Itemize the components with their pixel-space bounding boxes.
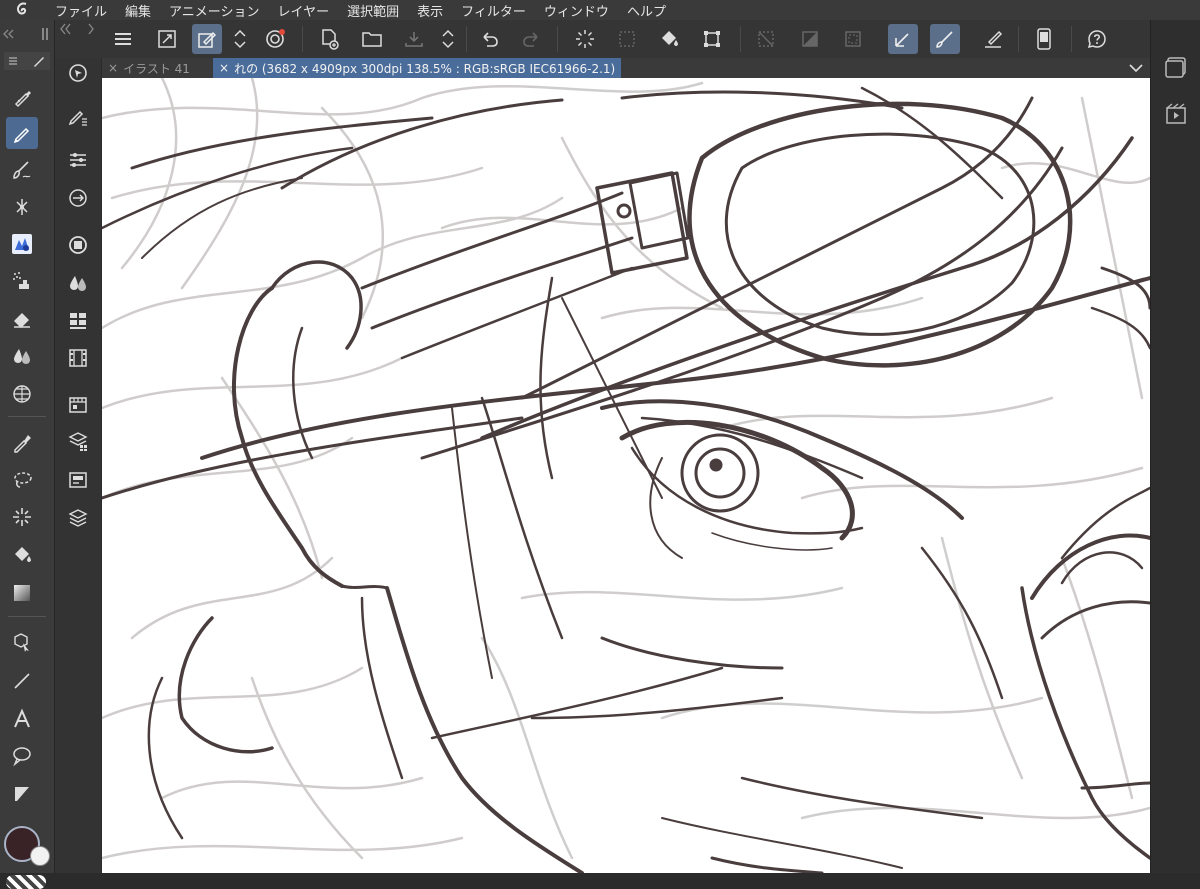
panel-layers-icon[interactable]: [1164, 56, 1188, 78]
pen-ruler-icon[interactable]: [978, 24, 1008, 54]
stepper-icon[interactable]: [228, 24, 252, 54]
transform-icon[interactable]: [260, 24, 290, 54]
menu-bar: ファイル 編集 アニメーション レイヤー 選択範囲 表示 フィルター ウィンドウ…: [0, 0, 1200, 20]
fill-icon[interactable]: [654, 24, 684, 54]
frame-tool-icon[interactable]: [6, 778, 38, 810]
canvas-icon[interactable]: [838, 24, 868, 54]
selection-icon[interactable]: [612, 24, 642, 54]
fill-tool-icon[interactable]: [6, 539, 38, 571]
undo-icon[interactable]: [474, 24, 504, 54]
tab-list-chevron-down-icon[interactable]: [1128, 61, 1144, 75]
app-logo-icon[interactable]: [0, 1, 46, 19]
color-set-icon[interactable]: [63, 306, 93, 336]
color-exchange-icon[interactable]: [63, 183, 93, 213]
tool-palette: [0, 20, 55, 889]
clear-selection-icon[interactable]: [570, 24, 600, 54]
menu-edit[interactable]: 編集: [116, 1, 160, 20]
adjust-icon[interactable]: [63, 145, 93, 175]
tool-property-icon[interactable]: [63, 101, 93, 131]
material-tool-icon[interactable]: [6, 228, 38, 260]
command-bar: [0, 20, 1200, 58]
reference-layer-icon[interactable]: [751, 24, 781, 54]
sub-color-swatch[interactable]: [30, 846, 50, 866]
pencil-tool-icon[interactable]: [6, 117, 38, 149]
brush-pen-icon[interactable]: [888, 24, 918, 54]
crop-icon[interactable]: [697, 24, 727, 54]
transparent-color-swatch[interactable]: [6, 875, 46, 889]
figure-tool-icon[interactable]: [6, 378, 38, 410]
color-mix-icon[interactable]: [63, 268, 93, 298]
edit-icon[interactable]: [192, 24, 222, 54]
animation-cels-icon[interactable]: [63, 389, 93, 419]
right-panel-dock: [1150, 20, 1200, 873]
airbrush-tool-icon[interactable]: [6, 265, 38, 297]
color-circle-icon[interactable]: [63, 230, 93, 260]
text-tool-icon[interactable]: [6, 703, 38, 735]
layer-mask-icon[interactable]: [795, 24, 825, 54]
stepper-icon-2[interactable]: [436, 24, 460, 54]
menu-filter[interactable]: フィルター: [452, 1, 535, 20]
mobile-icon[interactable]: [1029, 24, 1059, 54]
menu-selection[interactable]: 選択範囲: [338, 1, 408, 20]
tab-illust-41[interactable]: × イラスト 41: [102, 58, 222, 78]
fit-view-icon[interactable]: [152, 24, 182, 54]
document-tab-bar: × イラスト 41 × れの (3682 x 4909px 300dpi 138…: [102, 58, 1150, 78]
save-icon[interactable]: [399, 24, 429, 54]
brush-icon[interactable]: [930, 24, 960, 54]
navigator-icon[interactable]: [63, 58, 93, 88]
pen-tool-icon[interactable]: [6, 82, 38, 114]
eraser-tool-icon[interactable]: [6, 303, 38, 335]
menu-layer[interactable]: レイヤー: [269, 1, 339, 20]
drawing-canvas[interactable]: [102, 78, 1150, 873]
menu-view[interactable]: 表示: [408, 1, 452, 20]
eyedropper-tool-icon[interactable]: [6, 427, 38, 459]
line-tool-icon[interactable]: [6, 665, 38, 697]
gradient-tool-icon[interactable]: [6, 577, 38, 609]
new-layer-icon[interactable]: [314, 24, 344, 54]
auto-select-tool-icon[interactable]: [6, 501, 38, 533]
menu-icon[interactable]: [108, 24, 138, 54]
line-art-drawing: [102, 78, 1150, 873]
tab-close-icon[interactable]: ×: [108, 61, 118, 75]
tab-label: れの (3682 x 4909px 300dpi 138.5% : RGB:sR…: [234, 61, 616, 76]
layer-property-icon[interactable]: [63, 426, 93, 456]
tab-label: イラスト 41: [123, 61, 190, 76]
menu-animation[interactable]: アニメーション: [160, 1, 268, 20]
tab-close-icon[interactable]: ×: [219, 61, 229, 75]
help-icon[interactable]: [1082, 24, 1112, 54]
tab-reno[interactable]: × れの (3682 x 4909px 300dpi 138.5% : RGB:…: [213, 58, 622, 78]
menu-file[interactable]: ファイル: [46, 1, 116, 20]
panel-animation-icon[interactable]: [1164, 102, 1188, 126]
sub-tool-header[interactable]: [4, 52, 50, 70]
brush-tool-icon[interactable]: [6, 154, 38, 186]
open-file-icon[interactable]: [357, 24, 387, 54]
timeline-icon[interactable]: [63, 343, 93, 373]
sub-tool-palette: [55, 23, 101, 873]
operation-tool-icon[interactable]: [6, 626, 38, 658]
collapse-arrows-icon[interactable]: [55, 20, 101, 38]
decoration-tool-icon[interactable]: [6, 191, 38, 223]
redo-icon[interactable]: [517, 24, 547, 54]
menu-window[interactable]: ウィンドウ: [535, 1, 618, 20]
blend-tool-icon[interactable]: [6, 340, 38, 372]
palette-header-icons[interactable]: [0, 20, 54, 56]
layer-search-icon[interactable]: [63, 465, 93, 495]
menu-help[interactable]: ヘルプ: [618, 1, 675, 20]
balloon-tool-icon[interactable]: [6, 740, 38, 772]
layer-icon[interactable]: [63, 503, 93, 533]
lasso-tool-icon[interactable]: [6, 464, 38, 496]
